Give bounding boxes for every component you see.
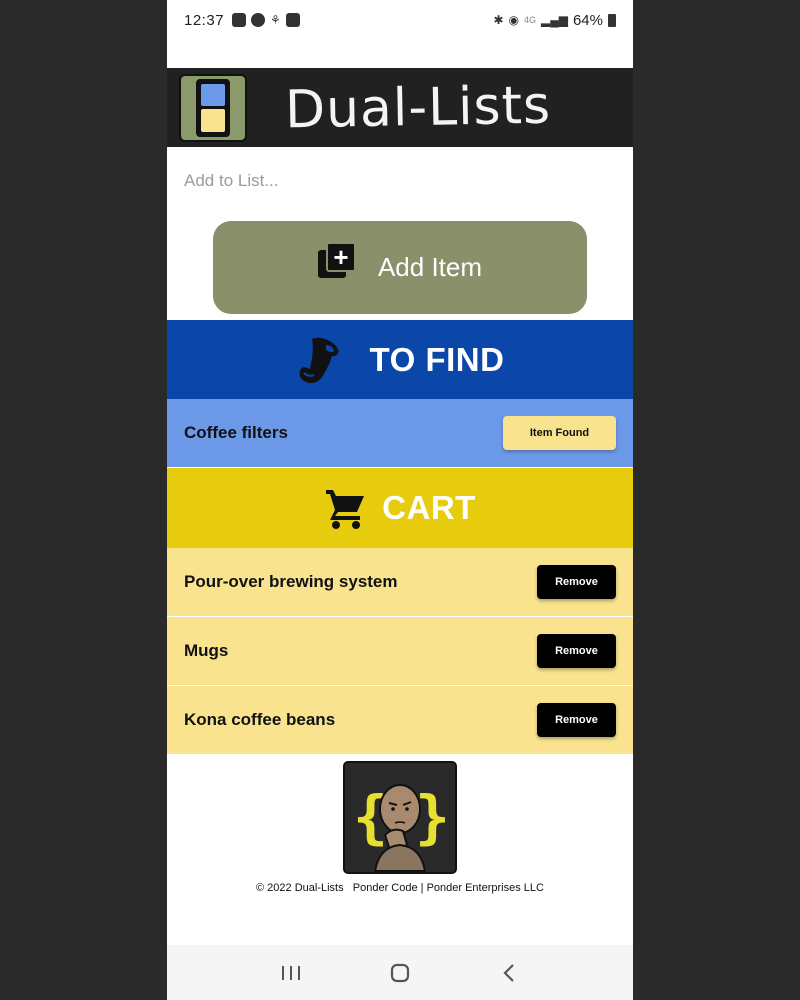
cart-item-label: Mugs <box>184 641 229 660</box>
app-logo <box>179 73 247 142</box>
thinker-face-icon: { } <box>353 783 450 872</box>
add-item-area: + Add Item <box>167 147 633 320</box>
dual-list-icon <box>196 78 230 137</box>
add-to-queue-icon: + <box>317 241 356 280</box>
bluetooth-icon: ✱ <box>493 13 504 27</box>
battery-icon <box>608 13 616 27</box>
recent-apps-button[interactable] <box>276 958 306 988</box>
add-item-label: Add Item <box>377 252 483 282</box>
remove-button[interactable]: Remove <box>537 634 616 668</box>
youtube-icon <box>232 13 247 27</box>
find-item-label: Coffee filters <box>184 423 288 442</box>
add-item-button[interactable]: + Add Item <box>213 221 587 314</box>
status-right: ✱ ◉ 4G ▂▄▆ 64% <box>493 12 616 29</box>
app-header: Dual-Lists <box>167 68 633 147</box>
cart-item-label: Kona coffee beans <box>184 710 336 729</box>
back-chevron-icon <box>503 963 514 982</box>
remove-button[interactable]: Remove <box>537 703 616 737</box>
cart-header: CART <box>167 468 633 548</box>
image-icon <box>285 13 300 27</box>
signal-icon: ▂▄▆ <box>541 13 568 27</box>
app-title: Dual-Lists <box>284 75 552 140</box>
status-bar: 12:37 ⚘ ✱ ◉ 4G ▂▄▆ 64% <box>167 0 633 40</box>
copyright-text: © 2022 Dual-Lists Ponder Code | Ponder E… <box>256 882 544 894</box>
network-type: 4G <box>523 15 536 25</box>
scroll-icon <box>299 337 339 383</box>
home-button[interactable] <box>385 958 415 988</box>
battery-percent: 64% <box>572 11 603 29</box>
notification-icons: ⚘ <box>232 13 300 27</box>
cart-item-label: Pour-over brewing system <box>184 572 398 591</box>
phone-screen: 12:37 ⚘ ✱ ◉ 4G ▂▄▆ 64% Dual-Lists Add to… <box>167 0 633 1000</box>
cart-list-item: Mugs Remove <box>167 617 633 685</box>
back-button[interactable] <box>494 958 524 988</box>
status-time: 12:37 <box>184 11 225 29</box>
ponder-code-logo: { } <box>343 761 457 874</box>
wifi-icon: ◉ <box>508 13 519 27</box>
cart-title: CART <box>382 489 476 526</box>
to-find-header: TO FIND <box>167 320 633 399</box>
cart-list-item: Pour-over brewing system Remove <box>167 548 633 616</box>
item-found-button[interactable]: Item Found <box>503 416 616 450</box>
app-icon <box>251 13 266 27</box>
remove-button[interactable]: Remove <box>537 565 616 599</box>
find-list-item: Coffee filters Item Found <box>167 399 633 467</box>
bird-icon: ⚘ <box>270 13 281 27</box>
to-find-title: TO FIND <box>369 340 505 378</box>
home-icon <box>390 963 410 982</box>
recent-apps-icon <box>282 965 301 980</box>
add-to-list-input[interactable] <box>184 171 614 191</box>
shopping-cart-icon <box>326 490 365 529</box>
svg-text:}: } <box>415 783 450 851</box>
system-nav-bar <box>167 945 633 1000</box>
cart-list-item: Kona coffee beans Remove <box>167 686 633 754</box>
